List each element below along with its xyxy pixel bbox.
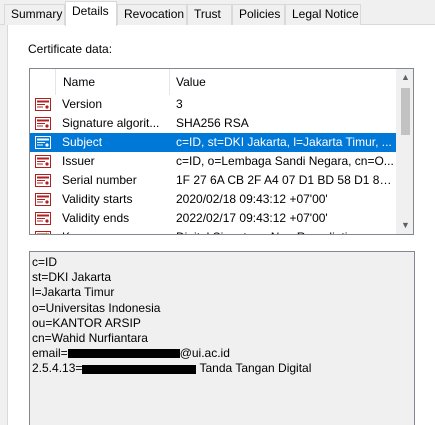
field-value: 2020/02/18 09:43:12 +07'00' bbox=[176, 192, 328, 206]
tab-legal-notice-label: Legal Notice bbox=[292, 7, 359, 21]
field-value: 1F 27 6A CB 2F A4 07 D1 BD 58 D1 8A D... bbox=[176, 173, 398, 187]
certificate-field-icon bbox=[35, 174, 51, 187]
detail-email-line: email= @ui.ac.id bbox=[32, 346, 414, 361]
field-name: Validity starts bbox=[62, 192, 133, 206]
tab-summary-label: Summary bbox=[11, 7, 63, 21]
column-header-value[interactable]: Value bbox=[170, 69, 398, 95]
field-name: Serial number bbox=[62, 173, 137, 187]
detail-oid-line: 2.5.4.13= Tanda Tangan Digital bbox=[32, 361, 414, 376]
email-prefix: email= bbox=[32, 346, 68, 361]
list-row-validity-ends[interactable]: Validity ends 2022/02/17 09:43:12 +07'00' bbox=[30, 209, 398, 228]
tab-policies[interactable]: Policies bbox=[232, 4, 285, 25]
tab-summary[interactable]: Summary bbox=[4, 4, 65, 25]
field-name: Validity ends bbox=[62, 211, 130, 225]
redaction-bar bbox=[82, 364, 197, 374]
field-value: Digital Signature, Non-Repudiation bbox=[176, 228, 398, 234]
list-row-k[interactable]: K... Digital Signature, Non-Repudiation bbox=[30, 228, 398, 234]
oid-prefix: 2.5.4.13= bbox=[32, 361, 83, 376]
list-row-version[interactable]: Version 3 bbox=[30, 95, 398, 114]
vertical-scrollbar[interactable]: ▲ ▼ bbox=[396, 69, 413, 234]
column-header-name[interactable]: Name bbox=[56, 69, 170, 95]
field-name: Version bbox=[62, 97, 103, 111]
certificate-field-icon bbox=[35, 212, 51, 225]
certificate-field-icon bbox=[35, 136, 51, 149]
scroll-thumb[interactable] bbox=[401, 88, 410, 135]
column-header-icon[interactable] bbox=[30, 69, 56, 95]
detail-line: st=DKI Jakarta bbox=[32, 270, 112, 285]
tab-details-label: Details bbox=[72, 4, 109, 18]
detail-line: o=Universitas Indonesia bbox=[32, 300, 161, 315]
field-value: SHA256 RSA bbox=[176, 116, 249, 130]
list-row-subject[interactable]: Subject c=ID, st=DKI Jakarta, l=Jakarta T… bbox=[30, 133, 398, 152]
certificate-field-icon bbox=[35, 98, 51, 111]
certificate-field-icon bbox=[35, 193, 51, 206]
tab-trust-label: Trust bbox=[194, 7, 221, 21]
field-name: Issuer bbox=[62, 154, 95, 168]
tab-revocation[interactable]: Revocation bbox=[117, 4, 187, 25]
tab-details[interactable]: Details bbox=[65, 1, 117, 26]
tab-trust[interactable]: Trust bbox=[187, 4, 232, 25]
tab-legal-notice[interactable]: Legal Notice bbox=[285, 4, 361, 25]
email-suffix: @ui.ac.id bbox=[179, 346, 230, 361]
tab-revocation-label: Revocation bbox=[124, 7, 185, 21]
list-row-serial-number[interactable]: Serial number 1F 27 6A CB 2F A4 07 D1 BD … bbox=[30, 171, 398, 190]
list-header: Name Value bbox=[30, 69, 398, 95]
detail-line: l=Jakarta Timur bbox=[32, 285, 115, 300]
tab-bar: Summary Details Revocation Trust Policie… bbox=[0, 0, 435, 26]
field-name: K... bbox=[62, 228, 170, 234]
field-name: Subject bbox=[62, 135, 103, 149]
field-value: 3 bbox=[176, 97, 183, 111]
certificate-fields-list[interactable]: Name Value Version 3 Signature algorit... S… bbox=[29, 68, 414, 235]
list-row-signature-algorit[interactable]: Signature algorit... SHA256 RSA bbox=[30, 114, 398, 133]
oid-suffix: Tanda Tangan Digital bbox=[196, 361, 312, 376]
certificate-field-icon bbox=[35, 155, 51, 168]
list-row-validity-starts[interactable]: Validity starts 2020/02/18 09:43:12 +07'0… bbox=[30, 190, 398, 209]
certificate-field-icon bbox=[35, 117, 51, 130]
detail-line: ou=KANTOR ARSIP bbox=[32, 315, 141, 330]
field-value: 2022/02/17 09:43:12 +07'00' bbox=[176, 211, 328, 225]
list-row-issuer[interactable]: Issuer c=ID, o=Lembaga Sandi Negara, cn=O… bbox=[30, 152, 398, 171]
certificate-data-label: Certificate data: bbox=[28, 42, 113, 56]
detail-line: cn=Wahid Nurfiantara bbox=[32, 330, 148, 345]
scroll-up-icon[interactable]: ▲ bbox=[397, 69, 413, 86]
scroll-down-icon[interactable]: ▼ bbox=[397, 217, 413, 234]
field-name: Signature algorit... bbox=[62, 116, 160, 130]
detail-line: c=ID bbox=[32, 255, 58, 269]
certificate-key-icon bbox=[35, 231, 51, 234]
field-detail-box[interactable]: c=ID st=DKI Jakarta l=Jakarta Timur o=Un… bbox=[29, 251, 415, 425]
field-value: c=ID, o=Lembaga Sandi Negara, cn=O... bbox=[176, 154, 394, 168]
tab-policies-label: Policies bbox=[239, 7, 281, 21]
redaction-bar bbox=[67, 349, 180, 359]
field-value: c=ID, st=DKI Jakarta, l=Jakarta Timur, .… bbox=[176, 135, 392, 149]
